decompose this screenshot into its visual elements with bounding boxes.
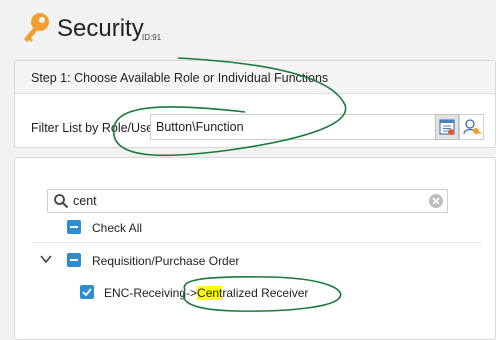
clear-icon[interactable]	[428, 193, 444, 209]
page-title: Security	[57, 15, 144, 42]
step1-panel: Step 1: Choose Available Role or Individ…	[14, 60, 496, 148]
step1-header: Step 1: Choose Available Role or Individ…	[15, 61, 495, 94]
item-label-prefix: ENC-Receiving->	[104, 286, 198, 300]
tree-divider	[33, 242, 481, 243]
tree-search-input[interactable]: cent	[73, 194, 97, 208]
search-icon	[54, 194, 69, 209]
function-list-button[interactable]	[435, 114, 459, 140]
item-label-suffix: ralized Receiver	[222, 286, 309, 300]
tree-search-field[interactable]: cent	[47, 189, 448, 213]
role-user-button[interactable]	[459, 114, 484, 140]
step1-label: Step 1: Choose Available Role or Individ…	[31, 71, 329, 85]
item-label[interactable]: ENC-Receiving->Centralized Receiver	[104, 286, 308, 300]
role-user-icon	[463, 119, 481, 135]
check-all-label[interactable]: Check All	[92, 221, 142, 235]
key-icon	[24, 13, 49, 42]
search-match-highlight: Cent	[197, 286, 223, 300]
function-tree-panel: cent Check All Requisition/Purchase Orde…	[14, 157, 496, 340]
page-header: Security ID:91	[0, 0, 496, 52]
group-label[interactable]: Requisition/Purchase Order	[92, 254, 239, 268]
function-list-icon	[439, 119, 455, 135]
filter-label: Filter List by Role/User	[31, 121, 158, 135]
group-checkbox[interactable]	[67, 253, 81, 267]
item-checkbox[interactable]	[80, 285, 94, 299]
chevron-down-icon[interactable]	[39, 254, 53, 264]
check-all-checkbox[interactable]	[67, 220, 81, 234]
filter-select[interactable]: Button\Function	[150, 114, 436, 140]
page-id: ID:91	[142, 33, 162, 42]
